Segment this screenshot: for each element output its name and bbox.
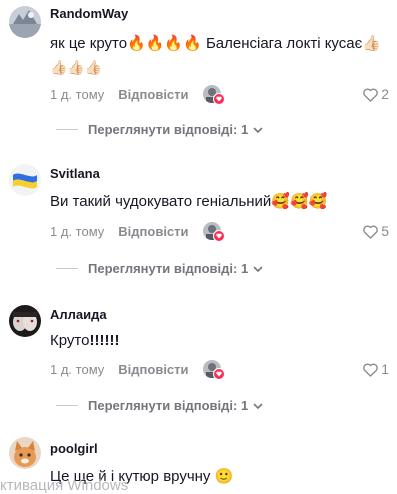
- comment-age: 1 д. тому: [50, 223, 105, 239]
- creator-liked-badge: [202, 360, 225, 380]
- comment-text-line: Ви такий чудокувато геніальний🥰🥰🥰: [50, 193, 328, 210]
- comment-meta: 1 д. тому Відповісти: [50, 360, 225, 380]
- creator-liked-badge: [202, 85, 225, 105]
- comment-text-line: як це круто🔥🔥🔥🔥 Баленсіага локті кусає👍🏻: [50, 35, 381, 52]
- comment-username[interactable]: RandomWay: [50, 6, 128, 21]
- like-button[interactable]: 5: [362, 223, 389, 239]
- heart-icon: [212, 93, 225, 105]
- view-replies-label: Переглянути відповіді: 1: [88, 261, 249, 276]
- avatar[interactable]: [9, 164, 41, 196]
- heart-icon: [212, 230, 225, 242]
- heart-outline-icon: [363, 88, 379, 102]
- chevron-down-icon: [253, 266, 263, 272]
- comment-text: Круто!!!!!!: [50, 330, 119, 352]
- comment-text-continued: 👍🏻👍🏻👍🏻: [50, 57, 102, 79]
- divider-line: [56, 405, 78, 406]
- comment-meta: 1 д. тому Відповісти: [50, 85, 225, 105]
- avatar[interactable]: [9, 305, 41, 337]
- comment-text: Ви такий чудокувато геніальний🥰🥰🥰: [50, 191, 327, 213]
- comment-username[interactable]: poolgirl: [50, 441, 98, 456]
- reply-button[interactable]: Відповісти: [118, 362, 188, 377]
- comment-text-bold: !!!!!!: [89, 332, 120, 349]
- avatar[interactable]: [9, 6, 41, 38]
- like-button[interactable]: 1: [362, 361, 389, 377]
- comment-text: як це круто🔥🔥🔥🔥 Баленсіага локті кусає👍🏻: [50, 33, 381, 55]
- heart-icon: [212, 368, 225, 380]
- reply-button[interactable]: Відповісти: [118, 224, 188, 239]
- avatar[interactable]: [9, 437, 41, 469]
- comment-age: 1 д. тому: [50, 361, 105, 377]
- chevron-down-icon: [253, 127, 263, 133]
- windows-activation-watermark: ктивация Windows: [0, 477, 129, 494]
- like-button[interactable]: 2: [362, 86, 389, 102]
- like-count: 5: [381, 223, 389, 239]
- comment-username[interactable]: Svitlana: [50, 166, 100, 181]
- comment-text-line: 👍🏻👍🏻👍🏻: [50, 60, 103, 76]
- like-count: 1: [381, 361, 389, 377]
- chevron-down-icon: [253, 403, 263, 409]
- comment-meta: 1 д. тому Відповісти: [50, 222, 225, 242]
- creator-liked-badge: [202, 222, 225, 242]
- view-replies-label: Переглянути відповіді: 1: [88, 122, 249, 137]
- comment-text-line: Круто: [50, 332, 90, 349]
- view-replies-label: Переглянути відповіді: 1: [88, 398, 249, 413]
- comment-age: 1 д. тому: [50, 86, 105, 102]
- like-count: 2: [381, 86, 389, 102]
- comment-username[interactable]: Аллаида: [50, 307, 107, 322]
- view-replies-button[interactable]: Переглянути відповіді: 1: [56, 122, 264, 137]
- heart-outline-icon: [363, 363, 379, 377]
- view-replies-button[interactable]: Переглянути відповіді: 1: [56, 398, 264, 413]
- divider-line: [56, 268, 78, 269]
- divider-line: [56, 129, 78, 130]
- view-replies-button[interactable]: Переглянути відповіді: 1: [56, 261, 264, 276]
- heart-outline-icon: [363, 225, 379, 239]
- reply-button[interactable]: Відповісти: [118, 87, 188, 102]
